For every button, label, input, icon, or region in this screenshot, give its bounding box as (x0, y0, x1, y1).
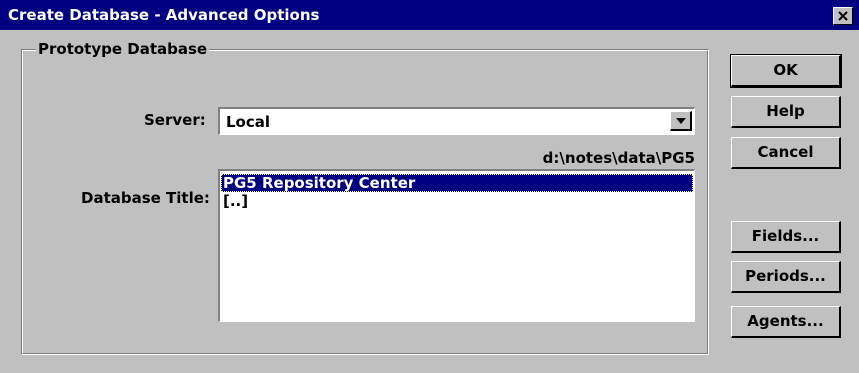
close-icon (838, 11, 848, 21)
server-dropdown-button[interactable] (670, 111, 692, 131)
server-label: Server: (144, 111, 206, 129)
periods-button[interactable]: Periods... (731, 261, 841, 293)
fields-button[interactable]: Fields... (731, 221, 841, 253)
group-legend: Prototype Database (36, 40, 210, 58)
list-item[interactable]: [..] (221, 192, 693, 210)
server-selected-value: Local (226, 113, 271, 131)
title-bar[interactable]: Create Database - Advanced Options (0, 0, 859, 30)
agents-button[interactable]: Agents... (731, 306, 841, 338)
help-button[interactable]: Help (731, 96, 841, 128)
database-path: d:\notes\data\PG5 (542, 149, 695, 167)
chevron-down-icon (676, 118, 686, 124)
database-title-list[interactable]: PG5 Repository Center [..] (218, 169, 695, 322)
database-title-label: Database Title: (81, 189, 210, 207)
close-button[interactable] (833, 7, 853, 25)
server-select[interactable]: Local (218, 107, 695, 135)
window-title: Create Database - Advanced Options (8, 6, 320, 24)
cancel-button[interactable]: Cancel (731, 137, 841, 169)
ok-button[interactable]: OK (730, 54, 842, 88)
create-database-dialog: Create Database - Advanced Options Proto… (0, 0, 859, 373)
list-item[interactable]: PG5 Repository Center (221, 174, 693, 192)
